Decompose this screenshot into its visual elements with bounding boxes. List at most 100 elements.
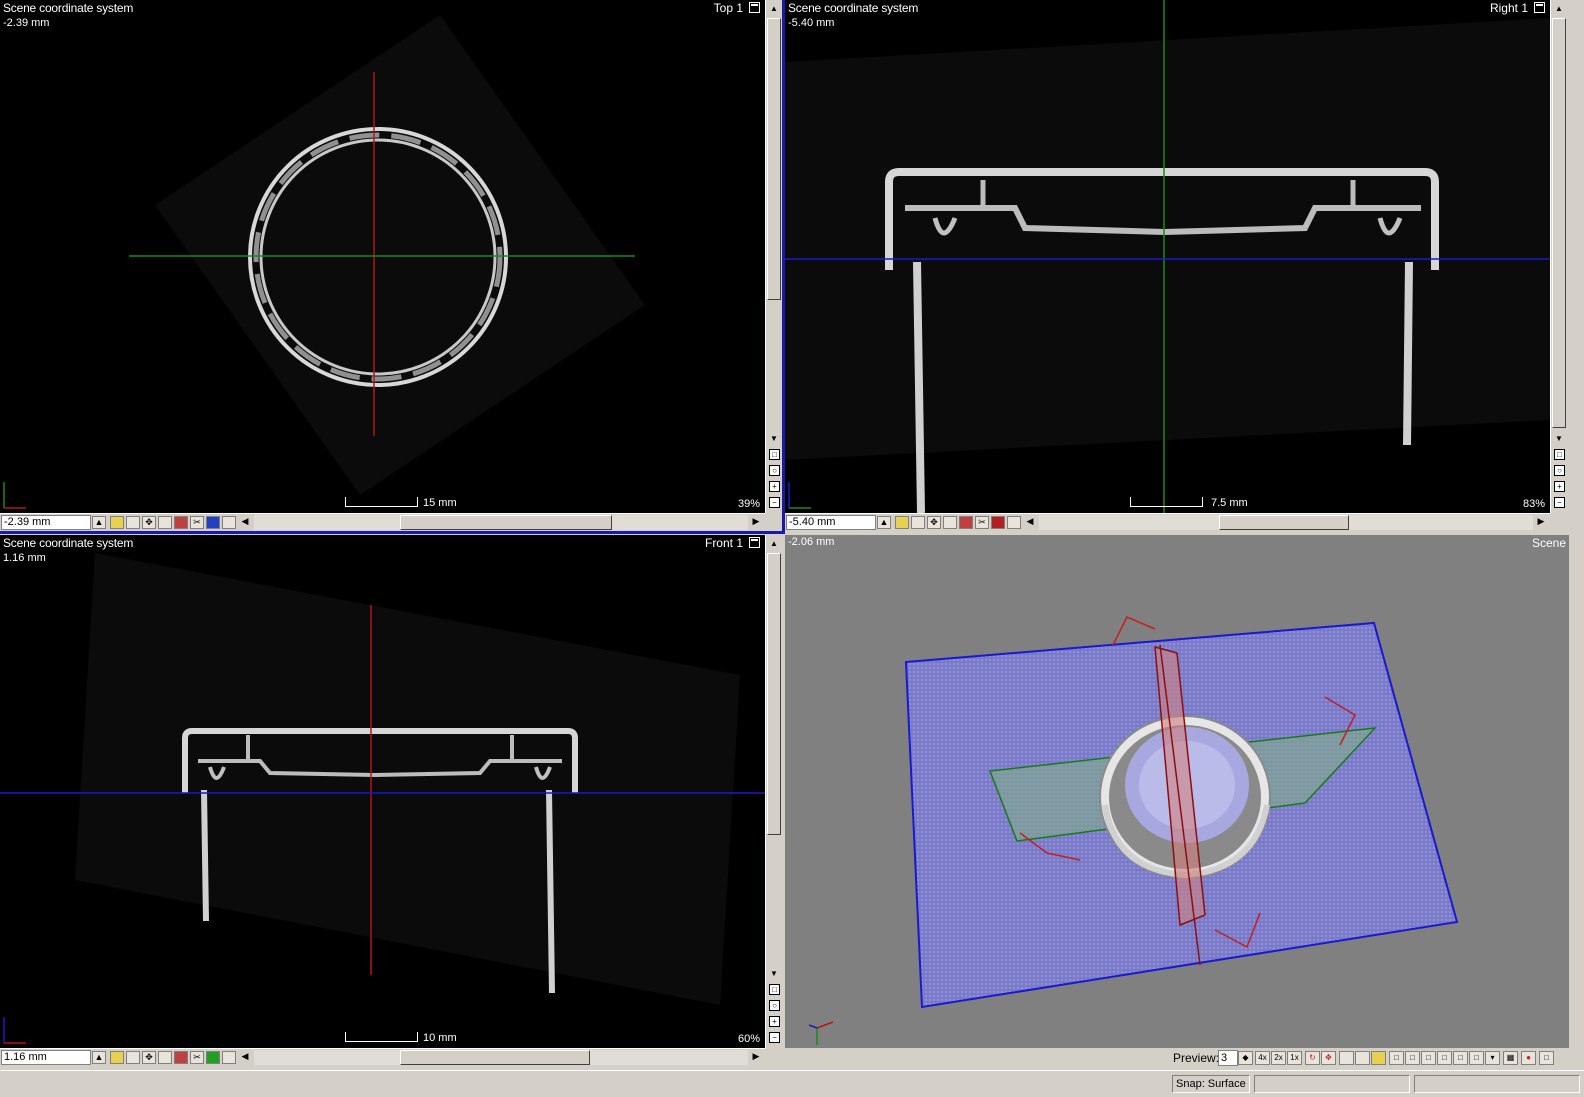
viewport-right[interactable]: Scene coordinate system -5.40 mm Right 1… [785,0,1550,513]
scroll-down-icon[interactable]: ▼ [768,433,780,445]
scroll-up-icon[interactable]: ▲ [768,3,780,15]
axes-icon[interactable] [1355,1051,1370,1065]
viewport-front[interactable]: Scene coordinate system 1.16 mm Front 1 … [0,535,765,1048]
cut-icon[interactable]: ✂ [190,516,204,529]
scroll-up-icon[interactable]: ▲ [768,538,780,550]
slice-position-field[interactable]: 1.16 mm [1,1050,91,1065]
front-vertical-scrollbar[interactable]: ▲ ▼ □ ○ + − [765,535,783,1048]
light-icon[interactable] [110,516,124,529]
zoom-in-icon[interactable]: + [769,1016,780,1027]
view-cube-2-icon[interactable]: □ [1405,1051,1420,1065]
preview-1x-button[interactable]: 1x [1287,1051,1302,1065]
rotate-icon[interactable]: ↻ [1305,1051,1320,1065]
move-icon[interactable]: ✥ [142,516,156,529]
scroll-down-icon[interactable]: ▼ [1553,433,1565,445]
opacity-icon[interactable] [911,516,925,529]
hscroll-thumb[interactable] [400,1050,590,1065]
spin-up-icon[interactable]: ▲ [877,516,891,529]
layout-icon[interactable] [158,516,172,529]
right-toolbar: -5.40 mm ▲ ✥ ✂ ◀ ▶ [785,513,1550,531]
maximize-icon[interactable] [1534,2,1545,13]
plane-icon[interactable] [206,1051,220,1064]
light-icon[interactable] [895,516,909,529]
horizontal-scrollbar[interactable] [1039,515,1533,530]
zoom-in-icon[interactable]: + [1554,481,1565,492]
hscroll-thumb[interactable] [1219,515,1349,530]
scroll-thumb[interactable] [767,553,781,835]
ruler-icon[interactable] [222,516,236,529]
cut-icon[interactable]: ✂ [975,516,989,529]
cut-icon[interactable]: ✂ [190,1051,204,1064]
zoom-icon[interactable]: ○ [1554,465,1565,476]
maximize-icon[interactable] [749,537,760,548]
color-icon[interactable] [959,516,973,529]
slice-position-field[interactable]: -5.40 mm [786,515,876,530]
move-icon[interactable]: ✥ [927,516,941,529]
light-icon[interactable] [110,1051,124,1064]
view-cube-5-icon[interactable]: □ [1453,1051,1468,1065]
scroll-down-icon[interactable]: ▼ [768,968,780,980]
scene-toolbar: Preview: 3 ◆ 4x 2x 1x ↻ ✥ □ □ □ □ □ □ ▾ … [785,1048,1584,1068]
view-cube-4-icon[interactable]: □ [1437,1051,1452,1065]
scroll-left-icon[interactable]: ◀ [238,516,252,529]
view-dropdown-icon[interactable]: ▾ [1485,1051,1500,1065]
maximize-icon[interactable]: □ [1539,1051,1554,1065]
ruler-icon[interactable] [1339,1051,1354,1065]
grid-icon[interactable]: ▦ [1503,1051,1518,1065]
viewport-name: Scene [1531,536,1566,550]
view-cube-1-icon[interactable]: □ [1389,1051,1404,1065]
hscroll-thumb[interactable] [400,515,612,530]
front-toolbar: 1.16 mm ▲ ✥ ✂ ◀ ▶ [0,1048,765,1066]
fit-view-icon[interactable]: □ [769,449,780,460]
fit-view-icon[interactable]: □ [769,984,780,995]
maximize-icon[interactable] [749,2,760,13]
viewport-top[interactable]: Scene coordinate system -2.39 mm Top 1 1… [0,0,765,513]
spin-up-icon[interactable]: ▲ [92,516,106,529]
right-vertical-scrollbar[interactable]: ▲ ▼ □ ○ + − [1550,0,1568,513]
view-cube-3-icon[interactable]: □ [1421,1051,1436,1065]
zoom-out-icon[interactable]: − [769,497,780,508]
pan-icon[interactable]: ✥ [1321,1051,1336,1065]
zoom-out-icon[interactable]: − [769,1032,780,1043]
horizontal-scrollbar[interactable] [254,1050,748,1065]
zoom-in-icon[interactable]: + [769,481,780,492]
fit-view-icon[interactable]: □ [1554,449,1565,460]
scroll-right-icon[interactable]: ▶ [749,1051,763,1064]
move-icon[interactable]: ✥ [142,1051,156,1064]
scroll-thumb[interactable] [1552,18,1566,428]
stop-icon[interactable]: ● [1521,1051,1536,1065]
zoom-out-icon[interactable]: − [1554,497,1565,508]
ruler-icon[interactable] [1007,516,1021,529]
top-vertical-scrollbar[interactable]: ▲ ▼ □ ○ + − [765,0,783,513]
horizontal-scrollbar[interactable] [254,515,748,530]
slice-position-field[interactable]: -2.39 mm [1,515,91,530]
scroll-left-icon[interactable]: ◀ [1023,516,1037,529]
status-bar: Snap: Surface [0,1070,1584,1097]
spin-up-icon[interactable]: ▲ [92,1051,106,1064]
preview-4x-button[interactable]: 4x [1255,1051,1270,1065]
viewport-name: Right 1 [1489,1,1528,15]
view-cube-6-icon[interactable]: □ [1469,1051,1484,1065]
preview-2x-button[interactable]: 2x [1271,1051,1286,1065]
zoom-icon[interactable]: ○ [769,1000,780,1011]
zoom-level: 83% [1522,498,1545,510]
scroll-right-icon[interactable]: ▶ [1534,516,1548,529]
plane-icon[interactable] [206,516,220,529]
opacity-icon[interactable] [126,1051,140,1064]
light-icon[interactable] [1371,1051,1386,1065]
zoom-icon[interactable]: ○ [769,465,780,476]
opacity-icon[interactable] [126,516,140,529]
layout-icon[interactable] [943,516,957,529]
preview-spin-icon[interactable]: ◆ [1238,1051,1253,1065]
layout-icon[interactable] [158,1051,172,1064]
viewport-scene[interactable]: -2.06 mm Scene [785,535,1569,1048]
scroll-right-icon[interactable]: ▶ [749,516,763,529]
color-icon[interactable] [174,516,188,529]
scroll-thumb[interactable] [767,18,781,300]
ruler-icon[interactable] [222,1051,236,1064]
preview-field[interactable]: 3 [1218,1050,1238,1066]
color-icon[interactable] [174,1051,188,1064]
scroll-up-icon[interactable]: ▲ [1553,3,1565,15]
plane-icon[interactable] [991,516,1005,529]
scroll-left-icon[interactable]: ◀ [238,1051,252,1064]
